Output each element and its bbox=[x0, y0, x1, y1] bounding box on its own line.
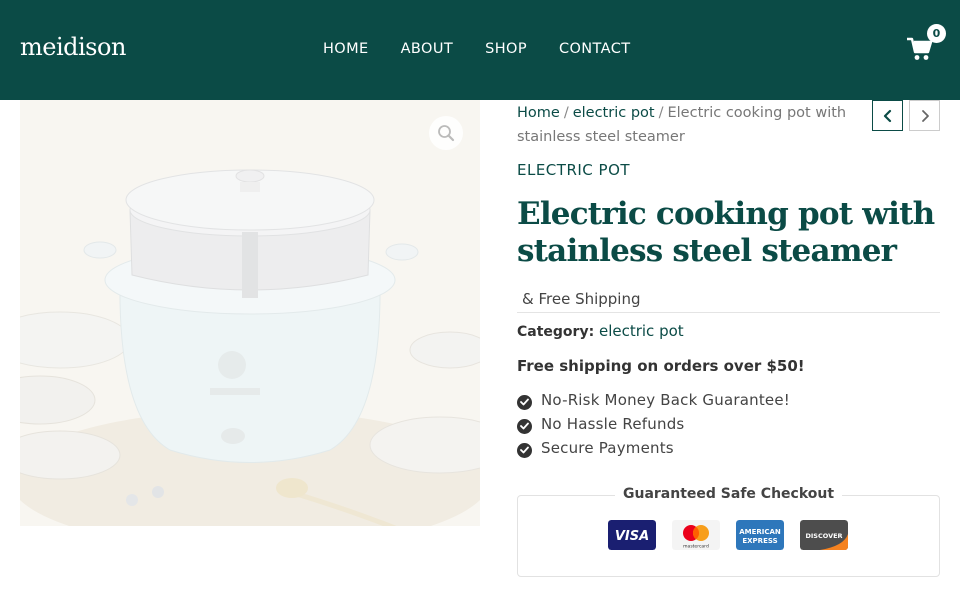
site-header: meidison HOME ABOUT SHOP CONTACT 0 bbox=[0, 0, 960, 100]
nav-home[interactable]: HOME bbox=[323, 41, 369, 57]
breadcrumb-home[interactable]: Home bbox=[517, 105, 560, 121]
breadcrumb-separator: / bbox=[658, 105, 664, 121]
free-shipping-text: Free shipping on orders over $50! bbox=[517, 357, 805, 375]
next-product-button[interactable] bbox=[909, 100, 940, 131]
breadcrumb-separator: / bbox=[563, 105, 569, 121]
site-logo[interactable]: meidison bbox=[20, 33, 126, 61]
mastercard-icon: mastercard bbox=[672, 520, 720, 550]
nav-contact[interactable]: CONTACT bbox=[559, 41, 631, 57]
safe-checkout-title: Guaranteed Safe Checkout bbox=[615, 486, 843, 502]
main-nav: HOME ABOUT SHOP CONTACT bbox=[323, 41, 631, 57]
check-circle-icon bbox=[517, 394, 532, 410]
category-link[interactable]: electric pot bbox=[599, 322, 684, 340]
amex-icon: AMERICAN EXPRESS bbox=[736, 520, 784, 550]
amex-label-top: AMERICAN bbox=[739, 528, 781, 536]
feature-text: No Hassle Refunds bbox=[541, 415, 685, 433]
discover-label: DISCOVER bbox=[805, 532, 842, 540]
nav-shop[interactable]: SHOP bbox=[485, 41, 527, 57]
product-title: Electric cooking pot with stainless stee… bbox=[517, 196, 935, 269]
cart-count-badge: 0 bbox=[927, 24, 946, 43]
discover-icon: DISCOVER bbox=[800, 520, 848, 550]
previous-product-button[interactable] bbox=[872, 100, 903, 131]
visa-icon: VISA bbox=[608, 520, 656, 550]
safe-checkout-box bbox=[517, 495, 940, 577]
product-image[interactable] bbox=[20, 100, 480, 526]
mastercard-label: mastercard bbox=[683, 544, 709, 550]
product-category-label[interactable]: ELECTRIC POT bbox=[517, 161, 630, 179]
list-item: No Hassle Refunds bbox=[517, 412, 790, 436]
shipping-note: & Free Shipping bbox=[522, 290, 641, 308]
nav-about[interactable]: ABOUT bbox=[401, 41, 454, 57]
chevron-right-icon bbox=[921, 109, 929, 122]
feature-text: No-Risk Money Back Guarantee! bbox=[541, 391, 790, 409]
check-circle-icon bbox=[517, 442, 532, 458]
check-circle-icon bbox=[517, 418, 532, 434]
product-meta-category: Category: electric pot bbox=[517, 322, 684, 340]
visa-label: VISA bbox=[615, 529, 649, 544]
breadcrumb-category[interactable]: electric pot bbox=[573, 105, 655, 121]
divider bbox=[517, 312, 940, 313]
magnifier-icon[interactable] bbox=[429, 116, 463, 150]
category-key: Category: bbox=[517, 324, 595, 340]
amex-label-bottom: EXPRESS bbox=[742, 537, 777, 545]
breadcrumb: Home / electric pot / Electric cooking pot w… bbox=[517, 101, 867, 149]
feature-text: Secure Payments bbox=[541, 439, 674, 457]
list-item: No-Risk Money Back Guarantee! bbox=[517, 388, 790, 412]
list-item: Secure Payments bbox=[517, 436, 790, 460]
feature-list: No-Risk Money Back Guarantee! No Hassle … bbox=[517, 388, 790, 460]
chevron-left-icon bbox=[883, 109, 891, 122]
